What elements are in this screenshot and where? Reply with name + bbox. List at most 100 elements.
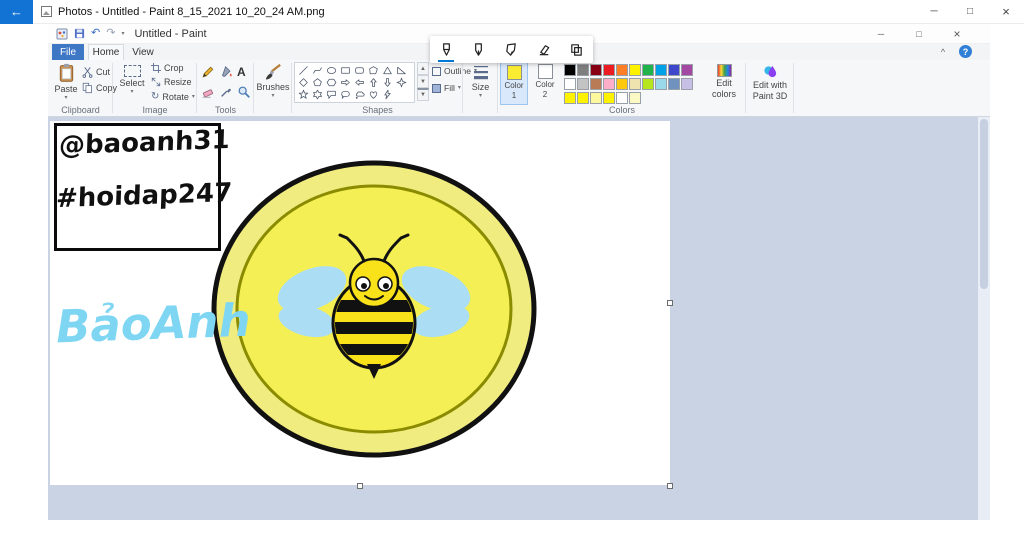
paint3d-label-1: Edit with <box>752 80 787 90</box>
shapes-scroll-up[interactable]: ▲ <box>417 62 429 75</box>
color-picker-tool[interactable] <box>219 85 233 99</box>
edit-colors-button[interactable]: Edit colors <box>706 64 742 99</box>
help-icon[interactable]: ? <box>959 45 972 58</box>
paint-minimize-button[interactable]: ─ <box>862 24 900 44</box>
shape-star-5[interactable] <box>296 88 310 100</box>
vertical-scrollbar[interactable] <box>978 117 990 520</box>
shape-rounded-rectangle[interactable] <box>352 64 366 76</box>
shape-diamond[interactable] <box>296 76 310 88</box>
palette-swatch[interactable] <box>655 78 667 90</box>
shapes-scroll-down[interactable]: ▼ <box>417 75 429 88</box>
shape-pentagon[interactable] <box>310 76 324 88</box>
shape-right-triangle[interactable] <box>394 64 408 76</box>
shape-fill-button[interactable]: Fill ▾ <box>432 83 461 93</box>
shape-polygon[interactable] <box>366 64 380 76</box>
canvas-resize-handle-corner[interactable] <box>667 483 673 489</box>
paste-button[interactable]: Paste ▾ <box>52 63 80 101</box>
palette-swatch[interactable] <box>564 78 576 90</box>
shape-lightning[interactable] <box>380 88 394 100</box>
select-button[interactable]: Select ▾ <box>117 63 147 95</box>
collapse-ribbon-icon[interactable]: ^ <box>936 46 950 58</box>
canvas-resize-handle-bottom[interactable] <box>357 483 363 489</box>
shapes-gallery-expand[interactable]: ▼ <box>417 88 429 101</box>
copy-icon[interactable] <box>566 39 588 61</box>
palette-swatch[interactable] <box>629 92 641 104</box>
pencil-tool[interactable] <box>201 65 215 79</box>
qat-dropdown-icon[interactable]: ▾ <box>121 31 124 37</box>
palette-swatch[interactable] <box>577 64 589 76</box>
palette-swatch[interactable] <box>616 78 628 90</box>
shape-rectangle[interactable] <box>338 64 352 76</box>
shape-heart[interactable] <box>366 88 380 100</box>
palette-swatch[interactable] <box>681 64 693 76</box>
palette-swatch[interactable] <box>564 92 576 104</box>
shape-triangle[interactable] <box>380 64 394 76</box>
palette-swatch[interactable] <box>616 64 628 76</box>
resize-button[interactable]: Resize <box>151 77 192 87</box>
palette-swatch[interactable] <box>642 78 654 90</box>
shape-oval[interactable] <box>324 64 338 76</box>
photos-close-button[interactable]: × <box>988 0 1024 24</box>
crop-button[interactable]: Crop <box>151 63 184 73</box>
palette-swatch[interactable] <box>629 64 641 76</box>
edit-with-paint3d-button[interactable]: Edit with Paint 3D <box>748 64 792 101</box>
shape-callout-cloud[interactable] <box>352 88 366 100</box>
brushes-button[interactable]: Brushes ▾ <box>256 63 290 99</box>
calligraphy-pen-icon[interactable] <box>500 39 522 61</box>
ballpoint-pen-icon[interactable] <box>435 39 457 62</box>
palette-swatch[interactable] <box>590 92 602 104</box>
redo-button[interactable]: ↷ <box>106 28 115 39</box>
magnifier-tool[interactable] <box>237 85 251 99</box>
palette-swatch[interactable] <box>655 64 667 76</box>
shape-arrow-up[interactable] <box>366 76 380 88</box>
palette-swatch[interactable] <box>603 64 615 76</box>
palette-swatch[interactable] <box>564 64 576 76</box>
paint-maximize-button[interactable]: □ <box>900 24 938 44</box>
palette-swatch[interactable] <box>577 78 589 90</box>
size-button[interactable]: Size ▾ <box>466 64 495 99</box>
save-button[interactable] <box>74 28 85 39</box>
palette-swatch[interactable] <box>603 78 615 90</box>
shape-hexagon[interactable] <box>324 76 338 88</box>
shape-arrow-right[interactable] <box>338 76 352 88</box>
handwritten-username: @baoanh31 <box>58 124 231 162</box>
cut-button[interactable]: Cut <box>82 66 110 78</box>
shape-callout-oval[interactable] <box>338 88 352 100</box>
back-button[interactable]: ← <box>0 0 33 24</box>
shape-curve[interactable] <box>310 64 324 76</box>
palette-swatch[interactable] <box>590 64 602 76</box>
palette-swatch[interactable] <box>590 78 602 90</box>
palette-swatch[interactable] <box>616 92 628 104</box>
fill-bucket-tool[interactable] <box>219 65 233 79</box>
palette-swatch[interactable] <box>681 78 693 90</box>
color2-button[interactable]: Color 2 <box>531 62 559 105</box>
eraser-icon[interactable] <box>533 39 555 61</box>
palette-swatch[interactable] <box>668 78 680 90</box>
paint-canvas[interactable]: @baoanh31 #hoidap247 BảoAnh <box>50 121 670 485</box>
shape-arrow-down[interactable] <box>380 76 394 88</box>
palette-swatch[interactable] <box>577 92 589 104</box>
tab-file[interactable]: File <box>52 44 84 60</box>
palette-swatch[interactable] <box>642 64 654 76</box>
tab-home[interactable]: Home <box>88 44 124 60</box>
palette-swatch[interactable] <box>668 64 680 76</box>
eraser-tool[interactable] <box>201 85 215 99</box>
canvas-resize-handle-right[interactable] <box>667 300 673 306</box>
shape-arrow-left[interactable] <box>352 76 366 88</box>
shape-star-6[interactable] <box>310 88 324 100</box>
palette-swatch[interactable] <box>629 78 641 90</box>
shape-star-4[interactable] <box>394 76 408 88</box>
paint-close-button[interactable]: × <box>938 24 976 44</box>
shape-callout-rectangle[interactable] <box>324 88 338 100</box>
text-tool[interactable]: A <box>237 65 246 79</box>
scrollbar-thumb[interactable] <box>980 119 988 289</box>
palette-swatch[interactable] <box>603 92 615 104</box>
photos-minimize-button[interactable]: ─ <box>916 0 952 24</box>
shape-line[interactable] <box>296 64 310 76</box>
rotate-button[interactable]: ↻ Rotate ▾ <box>151 91 195 102</box>
photos-maximize-button[interactable]: □ <box>952 0 988 24</box>
undo-button[interactable]: ↶ <box>91 28 100 39</box>
color1-button[interactable]: Color 1 <box>500 62 528 105</box>
tab-view[interactable]: View <box>126 44 160 60</box>
pencil-icon[interactable] <box>468 39 490 61</box>
